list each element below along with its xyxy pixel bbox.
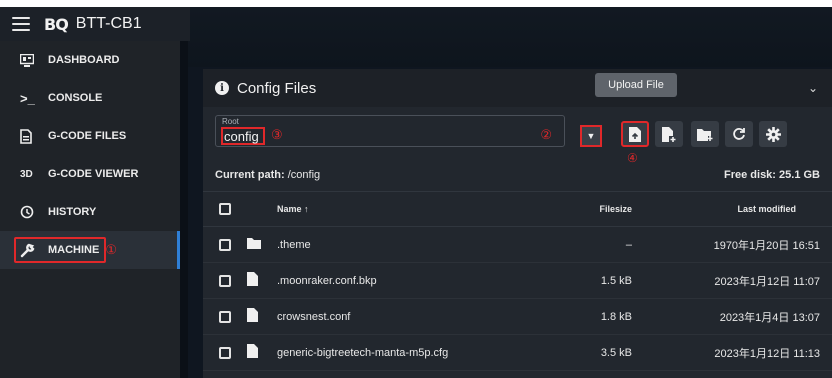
file-modified: 2023年1月4日 13:07 [719, 311, 820, 324]
file-size: – [625, 238, 632, 251]
sidebar-divider [180, 41, 188, 378]
file-name: .theme [277, 238, 311, 251]
sidebar-item-history[interactable]: HISTORY [0, 193, 180, 231]
create-file-button[interactable] [655, 121, 683, 147]
table-row[interactable]: .moonraker.conf.bkp 1.5 kB 2023年1月12日 11… [203, 263, 832, 299]
console-icon: >_ [20, 90, 35, 106]
folder-plus-icon [697, 128, 713, 141]
folder-icon [247, 237, 261, 252]
file-upload-icon [629, 126, 641, 142]
current-path-value: /config [287, 169, 321, 181]
file-size: 1.8 kB [600, 310, 632, 323]
sidebar-item-label: MACHINE [48, 244, 100, 256]
sidebar-item-label: CONSOLE [48, 92, 103, 104]
file-modified: 1970年1月20日 16:51 [713, 239, 820, 252]
root-select[interactable]: Root config ③ ② [215, 115, 565, 147]
annotation-number: ③ [271, 127, 283, 142]
printer-name: BTT-CB1 [75, 15, 142, 32]
file-icon [20, 128, 38, 144]
file-name: .moonraker.conf.bkp [277, 274, 377, 287]
circuit-background [188, 7, 832, 67]
file-size: 3.5 kB [600, 346, 632, 359]
row-checkbox[interactable] [219, 274, 231, 287]
column-filesize[interactable]: Filesize [599, 204, 632, 214]
sidebar-item-dashboard[interactable]: DASHBOARD [0, 41, 180, 79]
annotation-number: ② [540, 127, 552, 142]
sidebar-item-gcode-files[interactable]: G-CODE FILES [0, 117, 180, 155]
file-modified: 2023年1月12日 11:07 [714, 275, 820, 288]
create-folder-button[interactable] [691, 121, 719, 147]
hamburger-menu-icon[interactable] [12, 17, 30, 31]
file-icon [247, 344, 258, 361]
3d-icon: 3D [20, 168, 33, 180]
row-checkbox[interactable] [219, 310, 231, 323]
row-checkbox[interactable] [219, 346, 231, 359]
free-disk: Free disk: 25.1 GB [724, 169, 820, 181]
sidebar-item-label: G-CODE FILES [48, 130, 127, 142]
table-row[interactable]: .theme – 1970年1月20日 16:51 [203, 227, 832, 263]
chevron-down-icon[interactable]: ⌄ [808, 81, 818, 95]
row-checkbox[interactable] [219, 238, 231, 251]
column-last-modified[interactable]: Last modified [737, 204, 796, 214]
refresh-button[interactable] [725, 121, 753, 147]
free-disk-label: Free disk: [724, 169, 776, 181]
file-size: 1.5 kB [600, 274, 632, 287]
wrench-icon [20, 242, 38, 258]
free-disk-value: 25.1 GB [779, 169, 820, 181]
panel-title: Config Files [237, 79, 317, 97]
refresh-icon [733, 128, 745, 140]
info-icon: i [215, 81, 229, 95]
file-icon [247, 308, 258, 325]
sidebar: DASHBOARD >_ CONSOLE G-CODE FILES 3D G-C… [0, 41, 180, 378]
current-path: Current path: /config [215, 169, 320, 181]
sidebar-item-gcode-viewer[interactable]: 3D G-CODE VIEWER [0, 155, 180, 193]
panel-header[interactable]: i Config Files ⌄ [203, 69, 832, 107]
file-name: generic-bigtreetech-manta-m5p.cfg [277, 346, 449, 359]
table-row[interactable]: crowsnest.conf 1.8 kB 2023年1月4日 13:07 [203, 299, 832, 335]
brand-logo: BQ [44, 14, 69, 34]
file-toolbar: Root config ③ ② ▼ Upload File ④ [203, 73, 832, 165]
table-row[interactable]: generic-bigtreetech-manta-m5p.cfg 3.5 kB… [203, 335, 832, 371]
path-row: Current path: /config Free disk: 25.1 GB [203, 159, 832, 191]
file-plus-icon [662, 126, 676, 142]
history-icon [20, 205, 38, 219]
root-label: Root [222, 117, 239, 126]
sidebar-item-console[interactable]: >_ CONSOLE [0, 79, 180, 117]
current-path-label: Current path: [215, 169, 285, 181]
upload-file-button[interactable] [621, 121, 649, 147]
top-bar: BQ BTT-CB1 [0, 7, 190, 41]
config-files-panel: i Config Files ⌄ Root config ③ ② ▼ Uploa… [203, 69, 832, 378]
file-modified: 2023年1月12日 11:13 [714, 347, 820, 360]
select-all-checkbox[interactable] [219, 203, 231, 215]
root-dropdown-button[interactable]: ▼ [580, 125, 602, 147]
gear-icon [765, 126, 781, 142]
file-icon [247, 272, 258, 289]
column-name[interactable]: Name ↑ [277, 204, 309, 214]
sidebar-item-label: DASHBOARD [48, 54, 120, 66]
settings-button[interactable] [759, 121, 787, 147]
sidebar-item-label: HISTORY [48, 206, 97, 218]
root-value: config [224, 129, 259, 144]
sidebar-item-machine[interactable]: MACHINE ① [0, 231, 180, 269]
sidebar-item-label: G-CODE VIEWER [48, 168, 139, 180]
file-name: crowsnest.conf [277, 310, 351, 323]
table-header: Name ↑ Filesize Last modified [203, 191, 832, 227]
dashboard-icon [20, 53, 38, 67]
app-window: BQ BTT-CB1 DASHBOARD >_ CONSOLE G-CODE F… [0, 7, 832, 378]
upload-tooltip: Upload File [595, 73, 677, 97]
annotation-number: ① [105, 242, 117, 257]
